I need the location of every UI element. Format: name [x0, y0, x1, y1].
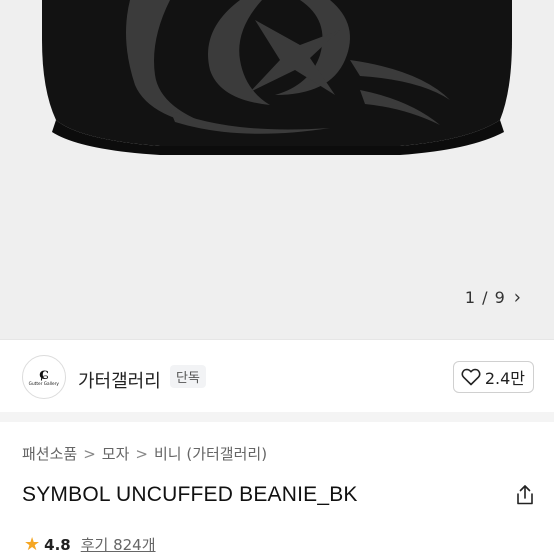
product-image-carousel[interactable]: 1 / 9 › [0, 0, 554, 339]
exclusive-badge: 단독 [170, 365, 206, 388]
like-count: 2.4만 [484, 369, 525, 388]
star-icon: ★ [24, 533, 41, 554]
store-row[interactable]: ɕ Gutter Gallery 가터갤러리 단독 2.4만 [0, 340, 554, 412]
breadcrumb-separator: > [83, 444, 96, 463]
review-count-link[interactable]: 후기 824개 [81, 534, 156, 554]
like-button[interactable]: 2.4만 [452, 361, 534, 393]
chevron-right-icon[interactable]: › [514, 285, 522, 308]
heart-outline-icon [461, 368, 481, 386]
share-button[interactable] [516, 485, 534, 509]
rating-row: ★ 4.8 후기 824개 [24, 534, 156, 554]
logo-text: Gutter Gallery [28, 381, 60, 387]
breadcrumb-item-category[interactable]: 패션소품 [22, 443, 77, 464]
breadcrumb-item-current[interactable]: 비니 (가터갤러리) [154, 443, 267, 464]
product-title: SYMBOL UNCUFFED BEANIE_BK [22, 483, 358, 506]
store-logo[interactable]: ɕ Gutter Gallery [22, 355, 66, 399]
image-counter[interactable]: 1 / 9 › [455, 282, 532, 312]
store-name[interactable]: 가터갤러리 [78, 367, 161, 393]
share-icon [517, 485, 533, 505]
section-divider [0, 412, 554, 422]
breadcrumb-item-subcategory[interactable]: 모자 [102, 443, 130, 464]
image-counter-text: 1 / 9 [464, 287, 506, 307]
breadcrumb: 패션소품 > 모자 > 비니 (가터갤러리) [22, 443, 267, 464]
logo-mark-icon: ɕ [39, 364, 49, 383]
breadcrumb-separator: > [135, 444, 148, 463]
rating-score: 4.8 [44, 535, 71, 554]
